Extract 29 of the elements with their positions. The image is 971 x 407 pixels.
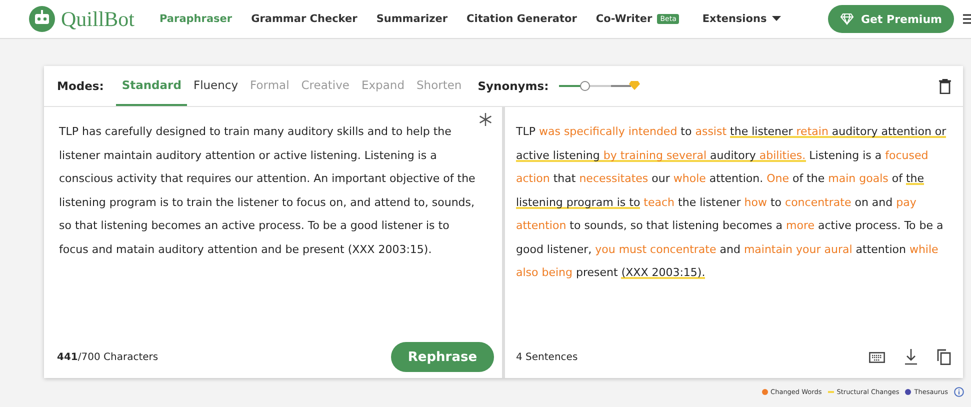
nav-link[interactable]: Paraphraser [160, 13, 232, 25]
character-count: 441/700 Characters [57, 352, 158, 362]
synonyms-slider[interactable] [558, 81, 639, 91]
mode-tab[interactable]: Fluency [187, 66, 244, 106]
nav-link[interactable]: Grammar Checker [251, 13, 358, 25]
modes-label: Modes: [57, 78, 104, 95]
snowflake-icon[interactable] [479, 113, 492, 126]
download-icon[interactable] [905, 349, 917, 365]
input-text[interactable]: TLP has carefully designed to train many auditory skills and to help the listener maintain auditory attention or active listening. Listening is a conscious activity that requires our attention. An important objective of the listening program is to train the listener to focus on, and attend to, sounds, so that listening becomes an active process. To be a good listener is to focus and matain auditory attention and be present (XXX 2003:15). [59, 120, 478, 261]
caret-icon [772, 16, 781, 22]
nav-link[interactable]: Citation Generator [466, 13, 577, 25]
nav-link[interactable]: Summarizer [376, 13, 448, 25]
trash-icon[interactable] [939, 78, 951, 94]
diamond-icon [628, 81, 640, 90]
rephrase-button[interactable]: Rephrase [391, 342, 494, 372]
keyboard-icon[interactable] [869, 352, 885, 362]
info-icon[interactable] [954, 387, 964, 397]
get-premium-button[interactable]: Get Premium [828, 5, 954, 33]
sentence-count: 4 Sentences [516, 352, 578, 362]
diamond-icon [840, 13, 854, 25]
paraphrased-text[interactable]: TLP was specifically intended to assist the listener retain auditory attention or active listening by training several auditory abilities. Listening is a focused action that necessitates our whole attention. One of the main goals of the listening program is to teach the listener how to concentrate on and pay attention to sounds, so that listening becomes a more active process. To be a good listener, you must concentrate and maintain your aural attention while also being present (XXX 2003:15). [516, 120, 949, 284]
nav-link[interactable]: Co-Writer [596, 13, 652, 25]
copy-icon[interactable] [937, 349, 951, 365]
robot-logo-icon [29, 6, 55, 32]
mode-tab[interactable]: Standard [116, 66, 188, 106]
menu-icon[interactable] [963, 13, 971, 25]
extensions-menu[interactable]: Extensions [702, 13, 781, 25]
synonyms-label: Synonyms: [478, 78, 549, 95]
brand-name[interactable]: QuillBot [61, 6, 135, 32]
